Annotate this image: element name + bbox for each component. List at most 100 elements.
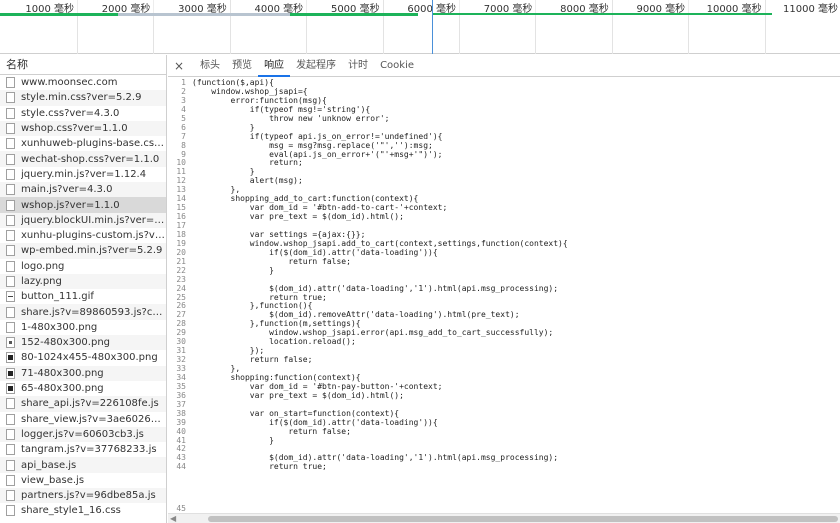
request-row[interactable]: partners.js?v=96dbe85a.js	[0, 488, 166, 504]
code-line: 2 window.wshop_jsapi={	[168, 87, 840, 96]
line-number: 40	[176, 426, 186, 436]
code-line: 4 if(typeof msg!='string'){	[168, 105, 840, 114]
line-number: 44	[176, 462, 186, 472]
request-row[interactable]: button_111.gif	[0, 289, 166, 304]
code-line: 26 },function(){	[168, 301, 840, 310]
line-number: 27	[176, 310, 186, 320]
request-row[interactable]: main.js?ver=4.3.0	[0, 182, 166, 198]
image-dark-icon	[6, 383, 15, 395]
request-row[interactable]: wshop.js?ver=1.1.0	[0, 197, 166, 213]
tab-2[interactable]: 响应	[258, 55, 291, 77]
request-row[interactable]: 152-480x300.png	[0, 335, 166, 351]
code-line: 38 var on_start=function(context){	[168, 409, 840, 418]
code-line: 22 }	[168, 266, 840, 275]
line-number: 42	[176, 444, 186, 454]
code-text: return;	[192, 158, 303, 168]
request-row[interactable]: logger.js?v=60603cb3.js	[0, 426, 166, 443]
request-row[interactable]: logo.png	[0, 259, 166, 274]
request-row[interactable]: view_base.js	[0, 473, 166, 488]
request-name: main.js?ver=4.3.0	[21, 184, 113, 196]
code-text: window.wshop_jsapi.add_to_cart(context,s…	[192, 238, 568, 248]
close-icon[interactable]: ×	[174, 59, 184, 73]
timeline-gridline	[306, 0, 308, 54]
request-row[interactable]: wshop.css?ver=1.1.0	[0, 120, 166, 137]
request-row[interactable]: tangram.js?v=37768233.js	[0, 442, 166, 457]
name-column-header[interactable]: 名称	[0, 55, 166, 75]
file-icon	[6, 490, 15, 502]
code-line: 9 eval(api.js_on_error+'("'+msg+'")');	[168, 150, 840, 159]
horizontal-scrollbar[interactable]: ◀	[168, 513, 840, 523]
request-row[interactable]: share.js?v=89860593.js?cdnversion...	[0, 304, 166, 320]
request-row[interactable]: lazy.png	[0, 273, 166, 290]
timeline-gridline	[77, 0, 78, 54]
code-text: }	[192, 435, 274, 445]
code-line: 12 alert(msg);	[168, 176, 840, 185]
line-number: 26	[176, 301, 186, 311]
request-row[interactable]: 80-1024x455-480x300.png	[0, 350, 166, 365]
code-line: 7 if(typeof api.js_on_error!='undefined'…	[168, 132, 840, 141]
file-icon	[6, 459, 15, 471]
code-text: window.wshop_jsapi={	[192, 86, 308, 96]
code-line: 3 error:function(msg){	[168, 96, 840, 105]
request-name: jquery.min.js?ver=1.12.4	[21, 168, 147, 180]
tab-0[interactable]: 标头	[194, 55, 226, 77]
code-line: 41 }	[168, 436, 840, 445]
code-line: 28 },function(m,settings){	[168, 319, 840, 328]
request-row[interactable]: api_base.js	[0, 457, 166, 473]
line-number: 34	[176, 372, 186, 382]
request-row[interactable]: www.moonsec.com	[0, 75, 166, 90]
tab-5[interactable]: Cookie	[374, 55, 420, 77]
timeline-bar-green-right	[290, 13, 418, 16]
scrollbar-thumb[interactable]	[208, 516, 838, 522]
response-code-view[interactable]: 1 (function($,api){2 window.wshop_jsapi={…	[168, 78, 840, 509]
tab-4[interactable]: 计时	[342, 55, 374, 77]
line-number: 3	[181, 95, 186, 105]
request-row[interactable]: wp-embed.min.js?ver=5.2.9	[0, 243, 166, 259]
code-line: 35 var dom_id = '#btn-pay-button-'+conte…	[168, 382, 840, 391]
code-line: 44 return true;	[168, 462, 840, 471]
request-row[interactable]: 65-480x300.png	[0, 381, 166, 396]
timeline-gridline	[459, 0, 460, 54]
code-text: (function($,api){	[192, 78, 274, 87]
request-row[interactable]: share_style1_16.css	[0, 503, 166, 518]
network-timeline[interactable]: 1000 毫秒 2000 毫秒 3000 毫秒 4000 毫秒 5000 毫秒 6000 …	[0, 0, 840, 54]
request-name: partners.js?v=96dbe85a.js	[21, 490, 156, 502]
code-line: 37	[168, 400, 840, 409]
request-row[interactable]: style.min.css?ver=5.2.9	[0, 90, 166, 106]
line-number: 2	[181, 86, 186, 96]
request-row[interactable]: style.css?ver=4.3.0	[0, 106, 166, 121]
code-line: 14 shopping_add_to_cart:function(context…	[168, 194, 840, 203]
request-name: wshop.js?ver=1.1.0	[21, 199, 120, 211]
line-number: 5	[181, 113, 186, 123]
code-text: if(typeof api.js_on_error!='undefined'){	[192, 131, 443, 141]
request-row[interactable]: 1-480x300.png	[0, 320, 166, 335]
tab-3[interactable]: 发起程序	[290, 55, 342, 77]
code-text: location.reload();	[192, 337, 356, 347]
request-name: jquery.blockUI.min.js?ver=2.70	[21, 214, 166, 226]
file-icon	[6, 230, 15, 242]
file-icon	[6, 123, 15, 135]
request-row[interactable]: wechat-shop.css?ver=1.1.0	[0, 151, 166, 167]
request-row[interactable]: 71-480x300.png	[0, 365, 166, 381]
timeline-bar-green-far	[432, 13, 772, 15]
request-row[interactable]: jquery.blockUI.min.js?ver=2.70	[0, 212, 166, 228]
code-line: 18 var settings ={ajax:{}};	[168, 230, 840, 239]
tab-1[interactable]: 预览	[226, 55, 258, 77]
timeline-cursor[interactable]	[432, 0, 433, 54]
line-number: 39	[176, 417, 186, 427]
request-row[interactable]: share_view.js?v=3ae6026d.js	[0, 412, 166, 427]
request-row[interactable]: share_api.js?v=226108fe.js	[0, 396, 166, 412]
code-text: },function(){	[192, 301, 313, 311]
request-row[interactable]: jquery.min.js?ver=1.12.4	[0, 167, 166, 182]
scroll-left-arrow-icon[interactable]: ◀	[170, 514, 176, 523]
code-text: var dom_id = '#btn-add-to-cart-'+context…	[192, 203, 448, 213]
line-number: 17	[176, 221, 186, 230]
line-number: 6	[181, 122, 186, 132]
code-line: 19 window.wshop_jsapi.add_to_cart(contex…	[168, 239, 840, 248]
request-name: logo.png	[21, 260, 65, 272]
request-row[interactable]: xunhuweb-plugins-base.css?ver=1...	[0, 136, 166, 151]
request-name: tangram.js?v=37768233.js	[21, 444, 157, 456]
request-row[interactable]: xunhu-plugins-custom.js?ver=1.1.0	[0, 228, 166, 243]
code-line: 29 window.wshop_jsapi.error(api.msg_add_…	[168, 328, 840, 337]
code-line: 23	[168, 275, 840, 284]
